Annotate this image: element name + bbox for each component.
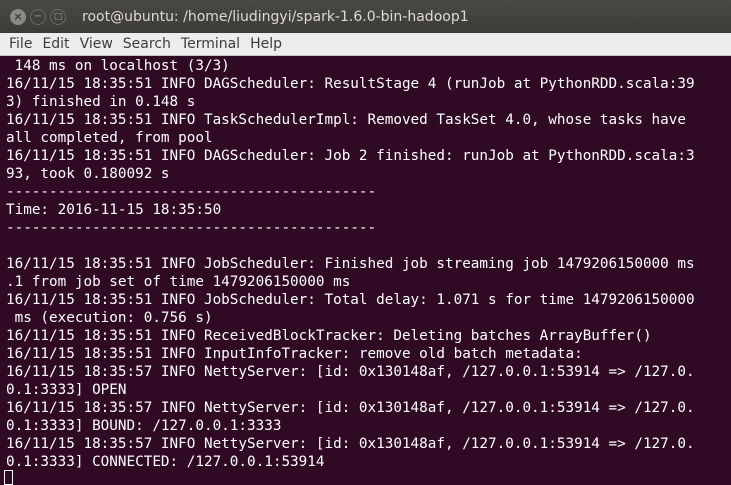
terminal-line: 3) finished in 0.148 s [6, 94, 196, 110]
close-icon[interactable]: × [10, 8, 26, 25]
menu-edit[interactable]: Edit [37, 33, 74, 55]
menu-search[interactable]: Search [118, 33, 176, 55]
terminal-line: 0.1:3333] CONNECTED: /127.0.0.1:53914 [6, 454, 325, 470]
terminal-line: 0.1:3333] OPEN [6, 382, 127, 398]
menu-terminal[interactable]: Terminal [176, 33, 245, 55]
terminal-output[interactable]: 148 ms on localhost (3/3) 16/11/15 18:35… [0, 56, 731, 485]
menu-bar: File Edit View Search Terminal Help [0, 33, 731, 56]
terminal-line: ----------------------------------------… [6, 220, 377, 236]
terminal-window: × − □ root@ubuntu: /home/liudingyi/spark… [0, 0, 731, 485]
text-cursor [4, 470, 13, 485]
maximize-icon[interactable]: □ [50, 8, 66, 25]
terminal-line: 16/11/15 18:35:57 INFO NettyServer: [id:… [6, 400, 695, 416]
terminal-line: 16/11/15 18:35:57 INFO NettyServer: [id:… [6, 364, 695, 380]
terminal-line: 93, took 0.180092 s [6, 166, 170, 182]
terminal-line: 16/11/15 18:35:51 INFO DAGScheduler: Job… [6, 148, 695, 164]
terminal-line: 148 ms on localhost (3/3) [6, 58, 230, 74]
terminal-line: 16/11/15 18:35:57 INFO NettyServer: [id:… [6, 436, 695, 452]
menu-view[interactable]: View [75, 33, 118, 55]
terminal-line: 16/11/15 18:35:51 INFO JobScheduler: Fin… [6, 256, 695, 272]
terminal-line: 16/11/15 18:35:51 INFO TaskSchedulerImpl… [6, 112, 686, 128]
terminal-line: ms (execution: 0.756 s) [6, 310, 213, 326]
terminal-line: 0.1:3333] BOUND: /127.0.0.1:3333 [6, 418, 282, 434]
terminal-line: 16/11/15 18:35:51 INFO ReceivedBlockTrac… [6, 328, 652, 344]
title-bar: × − □ root@ubuntu: /home/liudingyi/spark… [0, 0, 731, 33]
minimize-icon[interactable]: − [30, 8, 46, 25]
terminal-line: ----------------------------------------… [6, 184, 377, 200]
terminal-line: .1 from job set of time 1479206150000 ms [6, 274, 351, 290]
terminal-line: 16/11/15 18:35:51 INFO InputInfoTracker:… [6, 346, 583, 362]
terminal-line: 16/11/15 18:35:51 INFO JobScheduler: Tot… [6, 292, 695, 308]
terminal-line: all completed, from pool [6, 130, 213, 146]
menu-file[interactable]: File [0, 33, 37, 55]
menu-help[interactable]: Help [245, 33, 287, 55]
terminal-line: 16/11/15 18:35:51 INFO DAGScheduler: Res… [6, 76, 695, 92]
window-title: root@ubuntu: /home/liudingyi/spark-1.6.0… [82, 8, 469, 25]
terminal-line: Time: 2016-11-15 18:35:50 [6, 202, 222, 218]
